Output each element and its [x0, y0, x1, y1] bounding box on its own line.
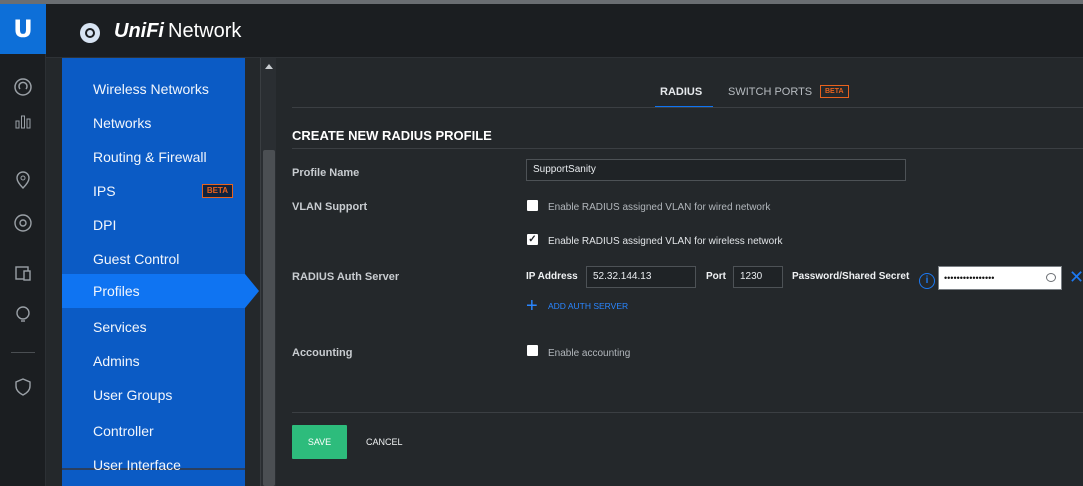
accounting-checkbox-label: Enable accounting [548, 348, 631, 359]
switch-ports-beta-badge: BETA [820, 85, 849, 98]
sidebar-item-controller[interactable]: Controller [62, 414, 245, 448]
clients-icon[interactable] [12, 262, 34, 284]
sidebar-item-user-groups[interactable]: User Groups [62, 378, 245, 412]
brand-title[interactable]: UniFi Network [114, 20, 241, 43]
profile-name-label: Profile Name [292, 167, 360, 179]
sidebar-item-networks[interactable]: Networks [62, 106, 245, 140]
add-auth-server-link[interactable]: ADD AUTH SERVER [548, 301, 628, 311]
app-root: U UniFi Network Wireless Networks Network [0, 0, 1083, 486]
tab-switch-ports[interactable]: SWITCH PORTS [728, 86, 812, 98]
footer-divider [292, 412, 1083, 413]
sidebar-item-profiles[interactable]: Profiles [62, 274, 245, 308]
accounting-label: Accounting [292, 347, 353, 359]
add-plus-icon[interactable]: + [526, 296, 538, 316]
vlan-wireless-label: Enable RADIUS assigned VLAN for wireless… [548, 236, 783, 247]
ip-address-input[interactable]: 52.32.144.13 [586, 266, 696, 288]
ip-address-label: IP Address [526, 271, 578, 282]
radius-auth-server-label: RADIUS Auth Server [292, 271, 400, 283]
rail-separator [11, 352, 35, 353]
threat-management-icon[interactable] [12, 376, 34, 398]
cancel-button[interactable]: CANCEL [366, 437, 403, 447]
ubiquiti-logo-icon[interactable]: U [0, 4, 46, 54]
sidebar-item-guest-control[interactable]: Guest Control [62, 242, 245, 276]
shared-secret-input[interactable]: •••••••••••••••• [938, 266, 1062, 290]
main-content: RADIUS SWITCH PORTS BETA CREATE NEW RADI… [276, 58, 1083, 486]
sidebar-item-dpi[interactable]: DPI [62, 208, 245, 242]
sidebar-item-user-interface[interactable]: User Interface [62, 448, 245, 482]
profile-name-input[interactable]: SupportSanity [526, 159, 906, 181]
port-label: Port [706, 271, 726, 282]
settings-sidebar: Wireless Networks Networks Routing & Fir… [62, 58, 245, 486]
vlan-wireless-checkbox[interactable]: ✓ [527, 234, 538, 245]
accounting-checkbox[interactable] [527, 345, 538, 356]
sidebar-scrollbar[interactable] [260, 58, 276, 486]
vlan-support-label: VLAN Support [292, 201, 368, 213]
port-input[interactable]: 1230 [733, 266, 783, 288]
vlan-wired-checkbox[interactable] [527, 200, 538, 211]
sidebar-item-services[interactable]: Services [62, 310, 245, 344]
vlan-wired-label: Enable RADIUS assigned VLAN for wired ne… [548, 202, 771, 213]
sidebar-item-routing-firewall[interactable]: Routing & Firewall [62, 140, 245, 174]
active-item-pointer [245, 274, 259, 308]
tabs-divider [292, 107, 1083, 108]
app-header: UniFi Network [46, 4, 1083, 58]
sidebar-item-ips[interactable]: IPS BETA [62, 174, 245, 208]
scroll-thumb[interactable] [263, 150, 275, 486]
scroll-up-arrow-icon[interactable] [265, 64, 273, 69]
tab-radius[interactable]: RADIUS [660, 86, 712, 98]
info-icon[interactable]: i [919, 273, 935, 289]
insights-icon[interactable] [12, 304, 34, 326]
dashboard-icon[interactable] [12, 76, 34, 98]
title-divider [292, 148, 1083, 149]
nav-clipped-item [92, 58, 118, 60]
icon-rail: U [0, 4, 46, 486]
remove-server-close-icon[interactable]: ✕ [1069, 268, 1083, 286]
show-password-eye-icon[interactable] [1046, 273, 1056, 282]
sidebar-item-wireless-networks[interactable]: Wireless Networks [62, 72, 245, 106]
sidebar-item-admins[interactable]: Admins [62, 344, 245, 378]
form-title: CREATE NEW RADIUS PROFILE [292, 128, 492, 143]
ips-beta-badge: BETA [201, 184, 233, 198]
statistics-icon[interactable] [12, 110, 34, 132]
unifi-logo-icon[interactable] [80, 23, 100, 43]
devices-icon[interactable] [12, 212, 34, 234]
shared-secret-label: Password/Shared Secret [792, 271, 910, 282]
map-icon[interactable] [12, 170, 34, 192]
save-button[interactable]: SAVE [292, 425, 347, 459]
